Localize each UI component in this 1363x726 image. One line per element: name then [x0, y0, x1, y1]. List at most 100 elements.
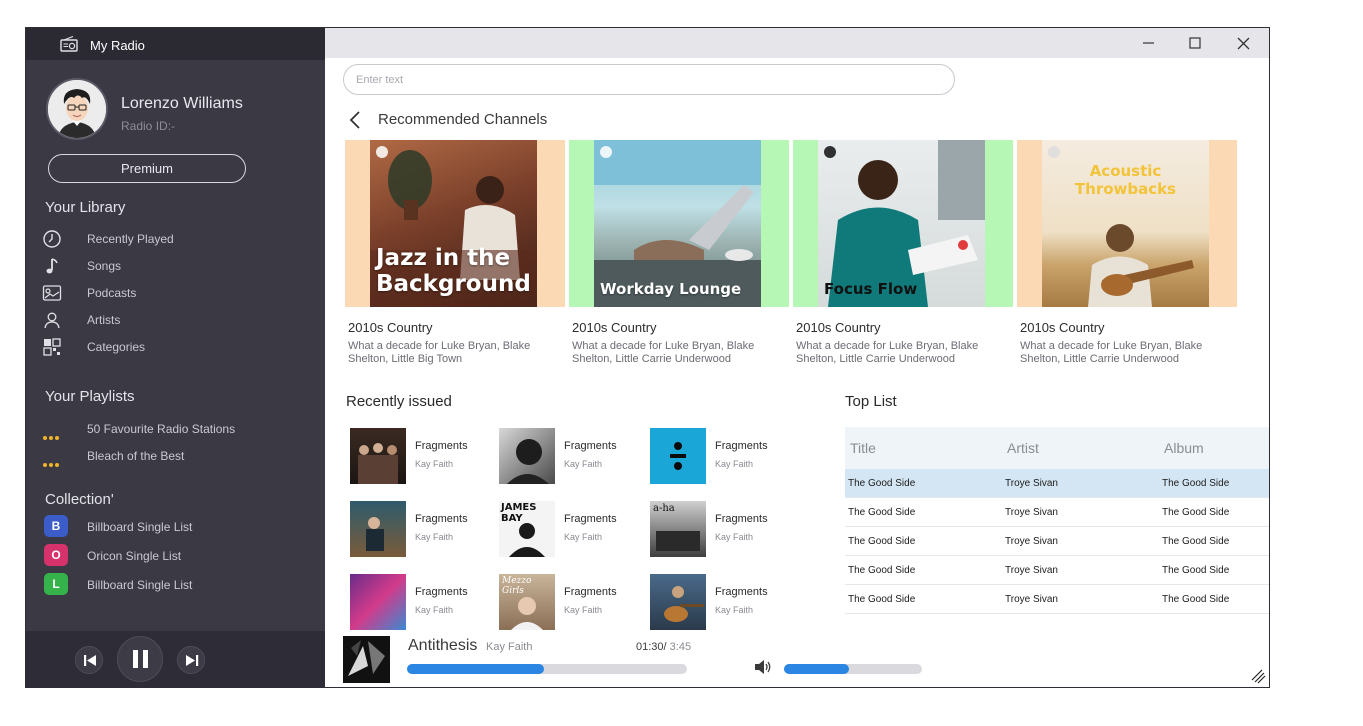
- sidebar-item-categories[interactable]: Categories: [26, 335, 325, 359]
- back-arrow-icon[interactable]: [347, 110, 365, 130]
- progress-fill: [407, 664, 545, 674]
- close-button[interactable]: [1231, 31, 1255, 55]
- next-button[interactable]: [177, 646, 205, 674]
- recent-item[interactable]: JAMES BAY Fragments Kay Faith: [499, 501, 639, 557]
- letter-badge: L: [44, 573, 68, 595]
- spotify-logo-icon: [1048, 146, 1060, 158]
- track-artist: Kay Faith: [564, 532, 603, 542]
- column-header-album[interactable]: Album: [1164, 440, 1204, 456]
- track-title: Fragments: [715, 586, 768, 598]
- library-heading: Your Library: [45, 199, 126, 216]
- letter-badge: B: [44, 515, 68, 537]
- table-row[interactable]: The Good Side Troye Sivan The Good Side: [845, 556, 1269, 585]
- collection-item-billboard-2[interactable]: L Billboard Single List: [26, 573, 325, 597]
- section-title-recently-issued: Recently issued: [346, 393, 452, 410]
- playlist-item-bleach[interactable]: Bleach of the Best: [26, 444, 325, 468]
- app-titlebar: My Radio: [26, 28, 325, 60]
- table-row[interactable]: The Good Side Troye Sivan The Good Side: [845, 469, 1269, 498]
- cover-title: Jazz in the Background: [376, 245, 531, 297]
- channel-cover: Jazz in the Background: [345, 140, 565, 307]
- recent-item[interactable]: Mezzo Girls Fragments Kay Faith: [499, 574, 639, 630]
- sidebar-item-podcasts[interactable]: Podcasts: [26, 281, 325, 305]
- pause-button[interactable]: [117, 636, 163, 682]
- table-row[interactable]: The Good Side Troye Sivan The Good Side: [845, 527, 1269, 556]
- channel-card[interactable]: Focus Flow 2010s Country What a decade f…: [793, 140, 1013, 370]
- now-playing-cover: [343, 636, 390, 683]
- pause-icon: [133, 650, 148, 668]
- avatar[interactable]: [46, 78, 108, 140]
- window-titlebar: [325, 28, 1269, 58]
- spotify-logo-icon: [376, 146, 388, 158]
- cover-photo: Workday Lounge: [594, 140, 761, 307]
- avatar-image: [48, 80, 106, 138]
- cell-title: The Good Side: [848, 507, 916, 518]
- recent-item[interactable]: Fragments Kay Faith: [650, 428, 790, 484]
- premium-button[interactable]: Premium: [48, 154, 246, 183]
- radio-icon: [60, 36, 78, 52]
- sidebar-item-artists[interactable]: Artists: [26, 308, 325, 332]
- cell-artist: Troye Sivan: [1005, 478, 1058, 489]
- table-row[interactable]: The Good Side Troye Sivan The Good Side: [845, 585, 1269, 614]
- cell-title: The Good Side: [848, 594, 916, 605]
- spotify-logo-icon: [600, 146, 612, 158]
- cell-title: The Good Side: [848, 478, 916, 489]
- cover-photo: Jazz in the Background: [370, 140, 537, 307]
- track-artist: Kay Faith: [564, 459, 603, 469]
- channel-card[interactable]: Acoustic Throwbacks 2010s Country What a…: [1017, 140, 1237, 370]
- playlist-label: Bleach of the Best: [87, 449, 185, 463]
- card-title: 2010s Country: [1020, 320, 1105, 335]
- recent-item[interactable]: Fragments Kay Faith: [350, 428, 490, 484]
- channel-card[interactable]: Jazz in the Background 2010s Country Wha…: [345, 140, 565, 370]
- channel-card[interactable]: Workday Lounge 2010s Country What a deca…: [569, 140, 789, 370]
- card-description: What a decade for Luke Bryan, Blake Shel…: [572, 340, 755, 365]
- podcast-icon: [42, 285, 62, 301]
- collection-item-billboard[interactable]: B Billboard Single List: [26, 515, 325, 539]
- previous-button[interactable]: [75, 646, 103, 674]
- track-artist: Kay Faith: [415, 459, 454, 469]
- card-title: 2010s Country: [796, 320, 881, 335]
- playlists-heading: Your Playlists: [45, 388, 135, 405]
- track-title: Fragments: [415, 440, 468, 452]
- table-row[interactable]: The Good Side Troye Sivan The Good Side: [845, 498, 1269, 527]
- card-description: What a decade for Luke Bryan, Blake Shel…: [348, 340, 531, 365]
- recent-item[interactable]: Fragments Kay Faith: [499, 428, 639, 484]
- sidebar-item-recently-played[interactable]: Recently Played: [26, 227, 325, 251]
- cell-artist: Troye Sivan: [1005, 565, 1058, 576]
- maximize-button[interactable]: [1183, 31, 1207, 55]
- resize-grip-icon[interactable]: [1250, 668, 1268, 686]
- card-title: 2010s Country: [572, 320, 657, 335]
- volume-icon[interactable]: [753, 658, 773, 676]
- sidebar-item-songs[interactable]: Songs: [26, 254, 325, 278]
- recent-item[interactable]: Fragments Kay Faith: [350, 574, 490, 630]
- track-title: Fragments: [564, 513, 617, 525]
- sidebar-item-label: Podcasts: [87, 286, 137, 300]
- recent-item[interactable]: a-ha Fragments Kay Faith: [650, 501, 790, 557]
- cover-photo: Acoustic Throwbacks: [1042, 140, 1209, 307]
- search-input[interactable]: [343, 64, 955, 95]
- album-thumb: [499, 428, 555, 484]
- recent-item[interactable]: Fragments Kay Faith: [650, 574, 790, 630]
- track-artist: Kay Faith: [415, 532, 454, 542]
- track-artist: Kay Faith: [415, 605, 454, 615]
- card-description: What a decade for Luke Bryan, Blake Shel…: [1020, 340, 1203, 365]
- playlist-label: 50 Favourite Radio Stations: [87, 422, 236, 436]
- volume-slider[interactable]: [784, 664, 922, 674]
- cover-title: Focus Flow: [824, 280, 918, 298]
- cell-album: The Good Side: [1162, 594, 1230, 605]
- column-header-artist[interactable]: Artist: [1007, 440, 1039, 456]
- user-name: Lorenzo Williams: [121, 95, 243, 112]
- channel-cover: Workday Lounge: [569, 140, 789, 307]
- minimize-button[interactable]: [1136, 31, 1160, 55]
- cell-title: The Good Side: [848, 565, 916, 576]
- progress-bar[interactable]: [407, 664, 687, 674]
- cell-album: The Good Side: [1162, 507, 1230, 518]
- column-header-title[interactable]: Title: [850, 440, 876, 456]
- channel-cover: Focus Flow: [793, 140, 1013, 307]
- music-note-icon: [46, 258, 58, 274]
- recent-item[interactable]: Fragments Kay Faith: [350, 501, 490, 557]
- playlist-item-favourite-stations[interactable]: 50 Favourite Radio Stations: [26, 417, 325, 441]
- collection-item-oricon[interactable]: O Oricon Single List: [26, 544, 325, 568]
- cell-album: The Good Side: [1162, 536, 1230, 547]
- sidebar-item-label: Categories: [87, 340, 146, 354]
- app-window: My Radio Lorenzo Williams Radio ID:- Pre…: [25, 27, 1270, 688]
